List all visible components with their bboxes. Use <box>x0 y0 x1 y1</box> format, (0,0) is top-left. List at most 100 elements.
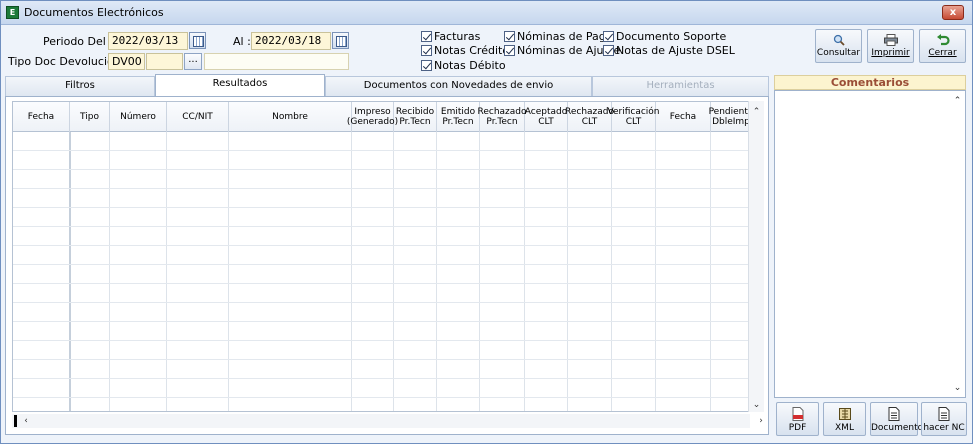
documento-button[interactable]: Documento <box>870 402 923 436</box>
xml-icon <box>838 408 851 420</box>
imprimir-button[interactable]: Imprimir <box>867 29 914 63</box>
check-label: Documento Soporte <box>616 30 727 43</box>
window-title: Documentos Electrónicos <box>24 6 164 19</box>
col-aceptado[interactable]: Aceptado CLT <box>525 102 568 132</box>
col-numero[interactable]: Número <box>110 102 167 132</box>
results-grid[interactable]: Fecha Tipo Número CC/NIT Nombre Impreso … <box>12 101 750 412</box>
grid-divider <box>655 132 656 411</box>
grid-row-line <box>13 359 749 360</box>
grid-row-line <box>13 169 749 170</box>
check-label: Facturas <box>434 30 481 43</box>
printer-icon <box>883 34 898 46</box>
search-icon <box>833 34 845 46</box>
check-label: Nóminas de Pago <box>517 30 613 43</box>
checkbox-icon[interactable] <box>504 31 515 42</box>
scroll-up-icon[interactable]: ⌃ <box>749 105 764 119</box>
tipo-doc-field[interactable]: DV00 <box>108 53 145 70</box>
grid-divider <box>524 132 525 411</box>
periodo-label: Periodo Del : <box>43 35 114 48</box>
document-icon <box>888 407 900 421</box>
grid-horizontal-scrollbar[interactable]: ‹ › <box>12 414 763 428</box>
scroll-right-icon[interactable]: › <box>754 414 768 428</box>
comments-title: Comentarios <box>774 75 966 90</box>
date-from-field[interactable]: 2022/03/13 <box>108 32 188 50</box>
check-notas-ajuste-dsel[interactable]: Notas de Ajuste DSEL <box>603 44 735 57</box>
undo-arrow-icon <box>936 34 950 46</box>
col-verificacion[interactable]: Verificación CLT <box>608 102 660 132</box>
cerrar-button[interactable]: Cerrar <box>919 29 966 63</box>
check-notas-credito[interactable]: Notas Crédito <box>421 44 509 57</box>
hacer-nc-button[interactable]: hacer NC <box>921 402 967 436</box>
check-notas-debito[interactable]: Notas Débito <box>421 59 506 72</box>
grid-divider <box>611 132 612 411</box>
tab-novedades[interactable]: Documentos con Novedades de envio <box>325 76 592 96</box>
scroll-down-icon[interactable]: ⌄ <box>951 382 964 395</box>
pdf-label: PDF <box>788 423 807 433</box>
pdf-button[interactable]: PDF <box>776 402 819 436</box>
checkbox-icon[interactable] <box>603 45 614 56</box>
checkbox-icon[interactable] <box>421 31 432 42</box>
grid-divider <box>69 132 71 411</box>
calendar-from-icon[interactable] <box>189 32 206 49</box>
calendar-to-icon[interactable] <box>332 32 349 49</box>
col-nombre[interactable]: Nombre <box>229 102 352 132</box>
date-to-field[interactable]: 2022/03/18 <box>251 32 331 50</box>
grid-divider <box>393 132 394 411</box>
grid-row-line <box>13 283 749 284</box>
xml-button[interactable]: XML <box>823 402 866 436</box>
tab-strip: Filtros Resultados Documentos con Noveda… <box>5 74 769 96</box>
tab-filtros[interactable]: Filtros <box>5 76 155 96</box>
grid-divider <box>109 132 110 411</box>
browse-button[interactable]: ... <box>184 53 202 70</box>
scroll-down-icon[interactable]: ⌄ <box>749 398 764 412</box>
comments-textarea[interactable]: ⌃ ⌄ <box>774 90 966 398</box>
check-label: Notas Crédito <box>434 44 510 57</box>
col-recibido[interactable]: Recibido Pr.Tecn <box>394 102 437 132</box>
col-fecha[interactable]: Fecha <box>13 102 70 132</box>
hacer-nc-label: hacer NC <box>923 423 965 433</box>
tab-resultados[interactable]: Resultados <box>155 74 325 96</box>
scroll-thumb[interactable] <box>14 415 17 427</box>
scroll-left-icon[interactable]: ‹ <box>19 414 33 428</box>
col-rechazado-pr[interactable]: Rechazado Pr.Tecn <box>478 102 527 132</box>
scroll-up-icon[interactable]: ⌃ <box>951 95 964 108</box>
grid-row-line <box>13 378 749 379</box>
grid-divider <box>436 132 437 411</box>
grid-row-line <box>13 321 749 322</box>
col-rechazado-clt[interactable]: Rechazado CLT <box>565 102 614 132</box>
check-documento-soporte[interactable]: Documento Soporte <box>603 30 726 43</box>
grid-divider <box>228 132 229 411</box>
consultar-label: Consultar <box>816 48 861 58</box>
check-label: Notas Débito <box>434 59 506 72</box>
hacer-nc-icon <box>938 407 950 421</box>
check-nominas-pago[interactable]: Nóminas de Pago <box>504 30 613 43</box>
check-label: Notas de Ajuste DSEL <box>616 44 735 57</box>
grid-row-line <box>13 188 749 189</box>
results-panel: Fecha Tipo Número CC/NIT Nombre Impreso … <box>5 96 769 435</box>
app-icon: E <box>6 6 19 19</box>
col-tipo[interactable]: Tipo <box>70 102 110 132</box>
grid-header: Fecha Tipo Número CC/NIT Nombre Impreso … <box>13 102 749 132</box>
grid-row-line <box>13 150 749 151</box>
col-pendiente[interactable]: Pendiente DbleImp <box>709 102 749 132</box>
pdf-icon <box>792 407 803 421</box>
consultar-button[interactable]: Consultar <box>815 29 862 63</box>
tipo-doc-extra-field[interactable] <box>146 53 183 70</box>
col-fecha-2[interactable]: Fecha <box>656 102 711 132</box>
xml-label: XML <box>835 423 854 433</box>
col-ccnit[interactable]: CC/NIT <box>167 102 229 132</box>
grid-body[interactable] <box>13 132 749 411</box>
grid-vertical-scrollbar[interactable]: ⌃ ⌄ <box>748 101 764 412</box>
close-button[interactable]: x <box>942 5 964 20</box>
checkbox-icon[interactable] <box>603 31 614 42</box>
al-label: Al : <box>233 35 251 48</box>
col-impreso[interactable]: Impreso (Generado) <box>347 102 398 132</box>
checkbox-icon[interactable] <box>421 45 432 56</box>
col-emitido[interactable]: Emitido Pr.Tecn <box>437 102 480 132</box>
checkbox-icon[interactable] <box>504 45 515 56</box>
checkbox-icon[interactable] <box>421 60 432 71</box>
tipo-doc-description-field <box>204 53 349 70</box>
tab-herramientas: Herramientas <box>592 76 769 96</box>
check-facturas[interactable]: Facturas <box>421 30 480 43</box>
grid-row-line <box>13 302 749 303</box>
